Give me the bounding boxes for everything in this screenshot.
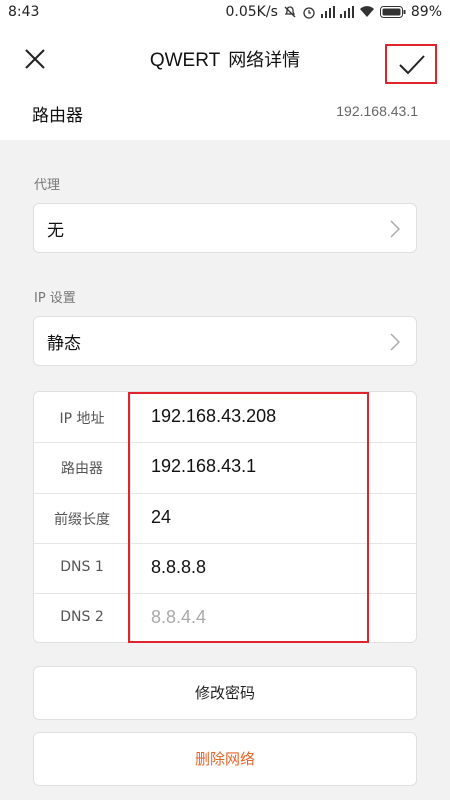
delete-network-button[interactable]: 删除网络 [33,732,417,786]
checkmark-icon [399,55,425,75]
network-ssid: QWERT [149,50,221,71]
modify-password-button[interactable]: 修改密码 [33,666,417,720]
proxy-select[interactable]: 无 [33,203,417,253]
gateway-row: 路由器 192.168.43.1 [34,442,418,493]
ip-settings-value: 静态 [47,334,81,354]
gateway-label: 路由器 [61,461,103,477]
ip-address-row: IP 地址 192.168.43.208 [34,392,418,443]
dns2-field[interactable]: 8.8.4.4 [151,607,206,628]
page-title-text: 网络详情 [228,50,301,71]
status-time: 8:43 [8,4,40,20]
chevron-right-icon [390,220,400,238]
router-value: 192.168.43.1 [336,103,418,119]
prefix-length-row: 前缀长度 24 [34,493,418,544]
dns2-row: DNS 2 8.8.4.4 [34,593,418,644]
title-bar: QWERT 网络详情 [0,26,450,90]
alarm-icon [303,7,315,19]
dns1-field[interactable]: 8.8.8.8 [151,557,206,578]
signal-icon [320,6,335,18]
dns1-label: DNS 1 [60,559,104,575]
ip-address-label: IP 地址 [59,411,105,427]
network-speed: 0.05K/s [225,4,278,20]
status-bar: 8:43 0.05K/s 89% [0,0,450,26]
static-ip-table: IP 地址 192.168.43.208 路由器 192.168.43.1 前缀… [33,391,417,643]
proxy-section-label: 代理 [34,178,61,193]
router-label: 路由器 [32,106,83,126]
dns2-label: DNS 2 [60,609,104,625]
router-row: 路由器 192.168.43.1 [0,90,450,140]
battery-level: 89% [410,4,442,20]
ip-settings-select[interactable]: 静态 [33,316,417,366]
prefix-length-field[interactable]: 24 [151,507,171,528]
mute-icon [284,6,296,18]
battery-icon [379,6,406,18]
wifi-icon [359,6,374,18]
page-title: QWERT 网络详情 [0,46,450,72]
confirm-button[interactable] [385,44,437,84]
proxy-value: 无 [47,221,64,241]
dns1-row: DNS 1 8.8.8.8 [34,543,418,594]
ip-address-field[interactable]: 192.168.43.208 [151,406,276,427]
signal-icon-2 [339,6,354,18]
chevron-right-icon [390,333,400,351]
ip-settings-section-label: IP 设置 [34,291,76,306]
gateway-field[interactable]: 192.168.43.1 [151,456,256,477]
prefix-length-label: 前缀长度 [54,512,110,528]
status-icons: 0.05K/s 89% [226,4,443,20]
